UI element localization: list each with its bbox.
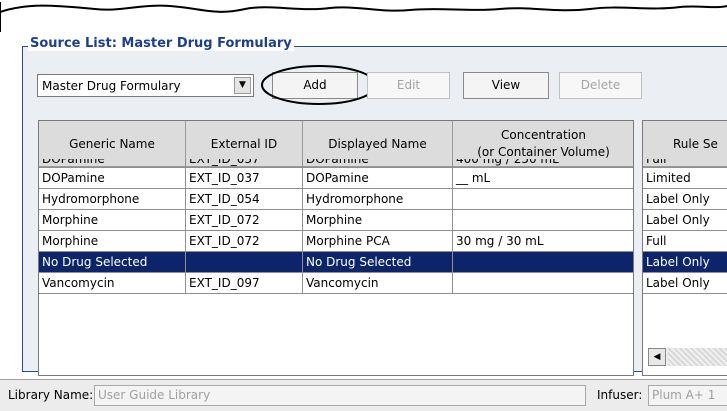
table-cell[interactable]: Vancomycin — [303, 273, 453, 294]
annotation-highlight-ellipse — [261, 65, 377, 105]
library-name-label: Library Name: — [8, 388, 94, 402]
table-cell[interactable]: 30 mg / 30 mL — [453, 231, 633, 252]
delete-button[interactable]: Delete — [559, 72, 642, 99]
table-cell[interactable]: Label Only — [643, 210, 727, 231]
formulary-panel: Source List: Master Drug Formulary Maste… — [0, 0, 727, 411]
delete-button-label: Delete — [580, 78, 621, 92]
table-cell[interactable]: DOPamine — [303, 159, 453, 168]
table-cell[interactable]: DOPamine — [39, 168, 186, 189]
table-cell[interactable]: Full — [643, 159, 727, 168]
table-cell[interactable]: Morphine — [303, 210, 453, 231]
chevron-down-icon[interactable]: ▼ — [234, 77, 251, 94]
table-cell[interactable]: Label Only — [643, 189, 727, 210]
drug-table[interactable]: Generic Name External ID Displayed Name … — [38, 120, 634, 376]
table-cell[interactable] — [186, 252, 303, 273]
table-cell[interactable]: EXT_ID_037 — [186, 168, 303, 189]
infuser-field: Plum A+ 1 — [648, 385, 727, 406]
source-list-value: Master Drug Formulary — [42, 79, 181, 93]
table-cell[interactable]: Label Only — [643, 273, 727, 294]
table-cell[interactable] — [453, 273, 633, 294]
table-cell[interactable]: EXT_ID_054 — [186, 189, 303, 210]
table-cell[interactable]: Vancomycin — [39, 273, 186, 294]
table-cell[interactable] — [453, 189, 633, 210]
library-name-field: User Guide Library — [94, 385, 586, 406]
view-button[interactable]: View — [463, 72, 549, 99]
horizontal-scrollbar[interactable]: ◀ — [648, 348, 727, 366]
table-cell[interactable]: Label Only — [643, 252, 727, 273]
table-cell[interactable]: Morphine — [39, 210, 186, 231]
table-cell[interactable]: Limited — [643, 168, 727, 189]
infuser-label: Infuser: — [597, 388, 643, 402]
status-bar: Library Name: User Guide Library Infuser… — [0, 379, 727, 411]
view-button-label: View — [491, 78, 521, 92]
scroll-left-arrow-icon[interactable]: ◀ — [648, 348, 666, 366]
table-cell[interactable] — [453, 252, 633, 273]
table-cell[interactable]: EXT_ID_072 — [186, 210, 303, 231]
table-cell[interactable]: No Drug Selected — [39, 252, 186, 273]
source-list-select[interactable]: Master Drug Formulary ▼ — [37, 74, 254, 97]
table-cell[interactable]: Morphine PCA — [303, 231, 453, 252]
table-cell[interactable]: EXT_ID_072 — [186, 231, 303, 252]
table-cell[interactable]: No Drug Selected — [303, 252, 453, 273]
scroll-track[interactable] — [668, 348, 727, 366]
table-cell[interactable]: EXT_ID_037 — [186, 159, 303, 168]
table-cell[interactable]: DOPamine — [303, 168, 453, 189]
torn-edge-decoration — [0, 2, 727, 32]
table-cell[interactable]: Hydromorphone — [39, 189, 186, 210]
table-cell[interactable]: Morphine — [39, 231, 186, 252]
table-cell[interactable]: __ mL — [453, 168, 633, 189]
table-cell[interactable] — [453, 210, 633, 231]
edit-button[interactable]: Edit — [367, 72, 450, 99]
group-title: Source List: Master Drug Formulary — [28, 36, 294, 51]
rule-set-table[interactable]: Rule Se Full Limited Label Only Label Only… — [642, 120, 727, 376]
table-cell[interactable]: Hydromorphone — [303, 189, 453, 210]
table-cell[interactable]: Full — [643, 231, 727, 252]
edit-button-label: Edit — [396, 78, 421, 92]
table-cell[interactable]: DOPamine — [39, 159, 186, 168]
table-cell[interactable]: EXT_ID_097 — [186, 273, 303, 294]
table-cell[interactable]: 400 mg / 250 mL — [453, 159, 633, 168]
